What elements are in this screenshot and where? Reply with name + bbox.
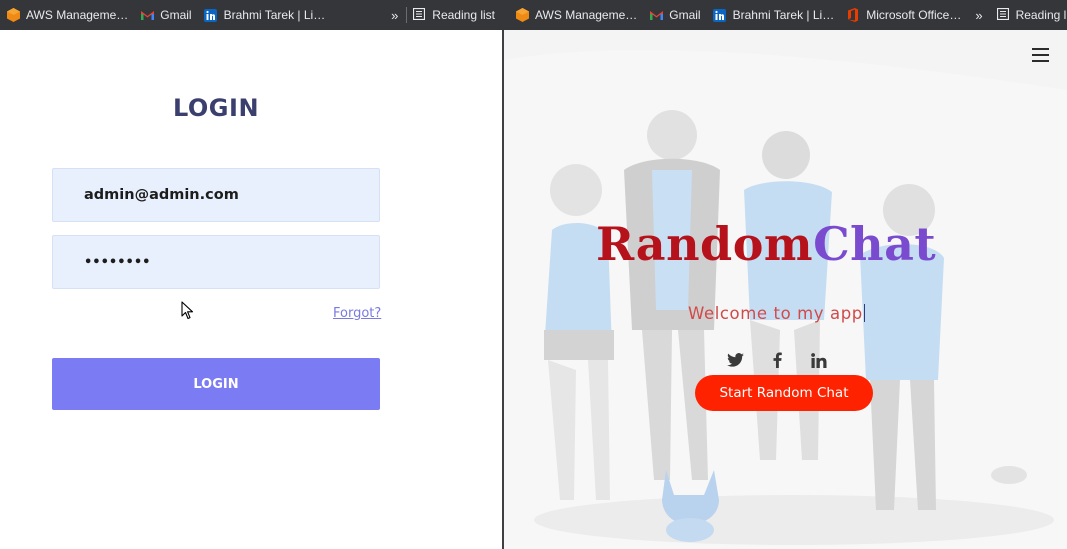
reading-list-icon (996, 7, 1009, 23)
reading-list-icon (413, 7, 426, 23)
linkedin-icon[interactable] (810, 351, 828, 369)
password-field[interactable]: •••••••• (52, 235, 380, 289)
randomchat-landing: RandomChat Welcome to my app Start Rando… (504, 30, 1067, 549)
bookmarks-bar-left: AWS Manageme… Gmail Brahmi Tarek | Li… »… (0, 0, 503, 30)
welcome-label: Welcome to my app (688, 304, 863, 323)
twitter-icon[interactable] (726, 351, 744, 369)
bookmark-label: Brahmi Tarek | Li… (732, 8, 835, 22)
bookmark-label: Microsoft Office… (866, 8, 962, 22)
social-links (726, 351, 828, 369)
bookmark-microsoft-office[interactable]: Microsoft Office… (840, 0, 967, 30)
brand-logo: RandomChat (596, 217, 936, 271)
aws-icon (515, 8, 529, 22)
bookmark-linkedin[interactable]: Brahmi Tarek | Li… (707, 0, 841, 30)
linkedin-icon (204, 8, 218, 22)
reading-list-label: Reading list (432, 8, 495, 22)
bookmark-gmail[interactable]: Gmail (643, 0, 706, 30)
mouse-cursor-icon (181, 301, 194, 320)
email-field[interactable]: admin@admin.com (52, 168, 380, 222)
bookmarks-bar-right: AWS Manageme… Gmail Brahmi Tarek | Li… M… (503, 0, 1067, 30)
gmail-icon (649, 8, 663, 22)
bookmark-aws[interactable]: AWS Manageme… (0, 0, 134, 30)
facebook-icon[interactable] (768, 351, 786, 369)
brand-part-random: Random (596, 217, 814, 271)
bookmark-label: Gmail (669, 8, 701, 22)
bookmark-gmail[interactable]: Gmail (134, 0, 197, 30)
bookmark-label: Brahmi Tarek | Li… (223, 8, 326, 22)
reading-list-button[interactable]: Reading list (413, 7, 503, 23)
bookmarks-overflow-button[interactable]: » (967, 8, 990, 23)
typing-caret (863, 304, 866, 322)
bookmark-label: AWS Manageme… (26, 8, 129, 22)
people-illustration (504, 50, 1067, 549)
bookmark-label: AWS Manageme… (535, 8, 638, 22)
reading-list-button[interactable]: Reading list (996, 7, 1067, 23)
bookmark-label: Gmail (160, 8, 192, 22)
forgot-password-link[interactable]: Forgot? (333, 306, 381, 321)
gmail-icon (140, 8, 154, 22)
bookmarks-separator (406, 7, 408, 23)
password-value: •••••••• (84, 254, 151, 270)
hamburger-menu-icon[interactable] (1032, 48, 1049, 62)
email-value: admin@admin.com (84, 187, 239, 203)
linkedin-icon (713, 8, 727, 22)
login-page: LOGIN admin@admin.com •••••••• Forgot? L… (0, 30, 503, 549)
login-button[interactable]: LOGIN (52, 358, 380, 410)
welcome-text: Welcome to my app (688, 304, 866, 323)
bookmark-aws[interactable]: AWS Manageme… (503, 0, 643, 30)
brand-part-chat: Chat (813, 217, 937, 271)
microsoft-office-icon (846, 8, 860, 22)
start-random-chat-button[interactable]: Start Random Chat (695, 375, 873, 411)
bookmarks-overflow-button[interactable]: » (383, 8, 406, 23)
bookmark-linkedin[interactable]: Brahmi Tarek | Li… (198, 0, 332, 30)
reading-list-label: Reading list (1015, 8, 1067, 22)
login-title: LOGIN (172, 94, 260, 122)
aws-icon (6, 8, 20, 22)
